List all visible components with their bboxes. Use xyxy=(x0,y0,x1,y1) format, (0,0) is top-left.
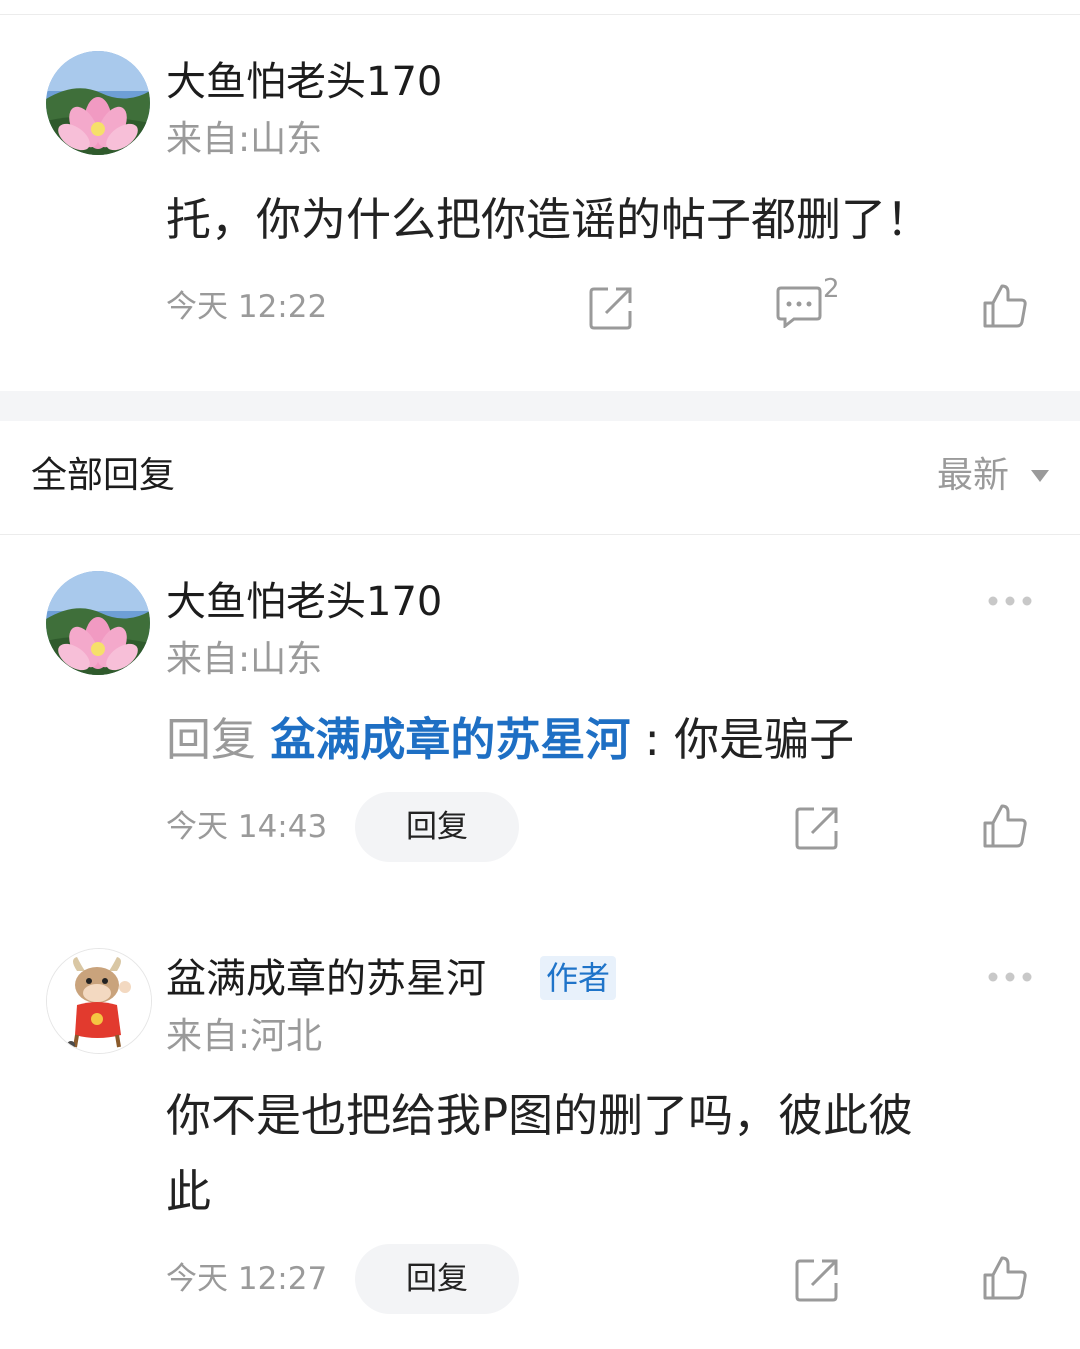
cartoon-ox-avatar-icon xyxy=(47,949,151,1053)
reply-target-link[interactable]: 盆满成章的苏星河 xyxy=(270,713,630,766)
dropdown-arrow-icon[interactable] xyxy=(1031,470,1049,482)
share-icon[interactable] xyxy=(794,805,840,851)
comment-icon[interactable] xyxy=(776,286,822,328)
share-icon[interactable] xyxy=(794,1257,840,1303)
reply-content-line2: 此 xyxy=(166,1165,212,1218)
reply-time: 今天 12:27 xyxy=(166,1261,328,1297)
more-options-icon[interactable] xyxy=(987,595,1033,607)
user-location: 来自:山东 xyxy=(166,639,323,680)
like-icon[interactable] xyxy=(982,1255,1028,1301)
reply-button[interactable]: 回复 xyxy=(355,792,519,862)
avatar[interactable] xyxy=(46,571,150,675)
section-divider xyxy=(0,391,1080,421)
avatar[interactable] xyxy=(46,948,152,1054)
author-badge: 作者 xyxy=(540,956,617,1000)
like-icon[interactable] xyxy=(982,283,1028,329)
reply-prefix: 回复 xyxy=(166,713,257,766)
lotus-avatar-icon xyxy=(46,571,150,675)
reply-text: 你是骗子 xyxy=(674,713,855,766)
post-content: 托，你为什么把你造谣的帖子都删了！ xyxy=(166,193,932,246)
user-name[interactable]: 大鱼怕老头170 xyxy=(166,582,442,622)
user-location: 来自:山东 xyxy=(166,119,323,160)
sort-selector[interactable]: 最新 xyxy=(937,458,1009,494)
reply-content: 回复 盆满成章的苏星河 : 你是骗子 xyxy=(166,702,854,778)
post-time: 今天 12:22 xyxy=(166,289,328,325)
reply-time: 今天 14:43 xyxy=(166,809,328,845)
comment-count: 2 xyxy=(823,274,840,304)
like-icon[interactable] xyxy=(982,803,1028,849)
avatar[interactable] xyxy=(46,51,150,155)
reply-button[interactable]: 回复 xyxy=(355,1244,519,1314)
reply-separator: : xyxy=(644,713,660,766)
user-name[interactable]: 大鱼怕老头170 xyxy=(166,62,442,102)
all-replies-title: 全部回复 xyxy=(31,455,176,496)
top-divider xyxy=(0,14,1080,15)
header-divider xyxy=(0,534,1080,535)
user-name[interactable]: 盆满成章的苏星河 xyxy=(166,959,486,999)
user-location: 来自:河北 xyxy=(166,1016,323,1057)
reply-content-line1: 你不是也把给我P图的删了吗，彼此彼 xyxy=(166,1089,914,1142)
share-icon[interactable] xyxy=(588,285,634,331)
lotus-avatar-icon xyxy=(46,51,150,155)
more-options-icon[interactable] xyxy=(987,971,1033,983)
